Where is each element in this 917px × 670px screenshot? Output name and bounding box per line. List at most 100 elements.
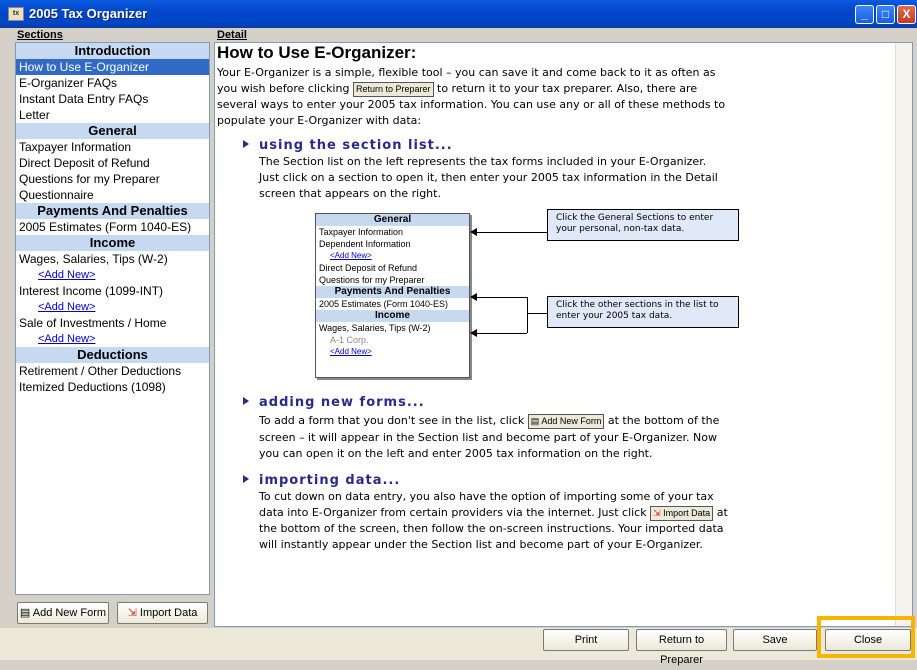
diagram-arrow-line (527, 313, 547, 314)
save-label: Save (762, 634, 788, 646)
adding-forms-heading-text: adding new forms... (259, 395, 425, 410)
sidebar-item[interactable]: Instant Data Entry FAQs (16, 91, 209, 107)
diagram-arrow-line (475, 232, 547, 233)
sidebar-item[interactable]: Direct Deposit of Refund (16, 155, 209, 171)
add-new-form-button[interactable]: ▤ Add New Form (17, 602, 109, 624)
import-data-button[interactable]: ⇲ Import Data (117, 602, 208, 624)
sidebar-item[interactable]: E-Organizer FAQs (16, 75, 209, 91)
sidebar-item[interactable]: Letter (16, 107, 209, 123)
sidebar-add-new-link[interactable]: <Add New> (16, 299, 209, 315)
importing-data-heading-text: importing data... (259, 473, 401, 488)
import-icon: ⇲ (127, 607, 140, 619)
bullet-arrow-icon (243, 397, 249, 405)
importing-data-heading: importing data... (243, 473, 400, 488)
footer-bar: Print Return to Preparer Save Close (0, 628, 917, 666)
sidebar-item[interactable]: Taxpayer Information (16, 139, 209, 155)
callout-text: Click the other sections in the list to (556, 300, 719, 310)
diagram-sub-item: A-1 Corp. (330, 335, 369, 345)
callout-text: your personal, non-tax data. (556, 224, 685, 234)
section3-line-1: To cut down on data entry, you also have… (259, 490, 714, 503)
intro-text-b: to return it to your tax preparer. Also,… (437, 82, 698, 95)
section-list: Introduction How to Use E-Organizer E-Orga… (15, 42, 210, 595)
inline-btn-label: Import Data (663, 507, 711, 518)
section-group-heading: Payments And Penalties (16, 203, 209, 219)
title-bar: tx 2005 Tax Organizer _ □ X (0, 0, 917, 28)
detail-label: Detail (217, 29, 247, 41)
maximize-button[interactable]: □ (876, 5, 895, 24)
sidebar-item[interactable]: 2005 Estimates (Form 1040-ES) (16, 219, 209, 235)
sidebar-item[interactable]: Sale of Investments / Home (16, 315, 209, 331)
section2-text-b: at the bottom of the (607, 414, 720, 427)
sidebar-item[interactable]: Questionnaire (16, 187, 209, 203)
sidebar-item[interactable]: How to Use E-Organizer (16, 59, 209, 75)
other-sections-callout: Click the other sections in the list to … (547, 296, 739, 328)
sidebar-add-new-link[interactable]: <Add New> (16, 267, 209, 283)
return-to-preparer-button[interactable]: Return to Preparer (636, 629, 727, 666)
sidebar-item[interactable]: Questions for my Preparer (16, 171, 209, 187)
intro-line-3: several ways to enter your 2005 tax info… (217, 98, 726, 111)
diagram-item: Questions for my Preparer (319, 275, 425, 285)
section2-line-3: you can open it on the left and enter 20… (259, 447, 653, 460)
section-list-diagram: General Taxpayer Information Dependent I… (315, 213, 470, 378)
detail-panel: How to Use E-Organizer: Your E-Organizer… (214, 42, 913, 627)
callout-text: Click the General Sections to enter (556, 213, 714, 223)
diagram-arrow-line (475, 333, 527, 334)
sidebar-item[interactable]: Interest Income (1099-INT) (16, 283, 209, 299)
intro-line-2: you wish before clicking Return to Prepa… (217, 81, 697, 97)
import-data-inline-button: ⇲ Import Data (650, 505, 714, 521)
diagram-add-new: <Add New> (330, 251, 372, 260)
minimize-button[interactable]: _ (855, 5, 874, 24)
detail-content: How to Use E-Organizer: Your E-Organizer… (215, 43, 775, 555)
section-group-heading: General (16, 123, 209, 139)
callout-text: enter your 2005 tax data. (556, 311, 673, 321)
window-title: 2005 Tax Organizer (29, 6, 148, 21)
section2-line-2: screen – it will appear in the Section l… (259, 431, 717, 444)
diagram-connector-line (527, 297, 528, 333)
diagram-item: Taxpayer Information (319, 227, 404, 237)
section3-line-4: will instantly appear under the Section … (259, 538, 703, 551)
import-icon: ⇲ (653, 507, 661, 518)
diagram-item: Dependent Information (319, 239, 411, 249)
section1-line-3: screen that appears on the right. (259, 187, 441, 200)
close-button-highlight (817, 616, 915, 658)
diagram-payments-heading: Payments And Penalties (316, 286, 469, 298)
sections-label: Sections (17, 29, 63, 41)
section3-text-a: data into E-Organizer from certain provi… (259, 506, 647, 519)
bullet-arrow-icon (243, 140, 249, 148)
section-list-heading: using the section list... (243, 138, 453, 153)
section3-text-b: at (716, 506, 728, 519)
add-new-form-inline-button: ▤ Add New Form (527, 413, 605, 429)
sidebar-add-new-link[interactable]: <Add New> (16, 331, 209, 347)
save-button[interactable]: Save (733, 629, 817, 651)
section-list-heading-text: using the section list... (259, 138, 453, 153)
print-label: Print (574, 634, 598, 646)
form-icon: ▤ (19, 607, 33, 619)
section-group-heading: Income (16, 235, 209, 251)
add-new-form-label: Add New Form (32, 607, 107, 619)
return-to-preparer-label: Return to Preparer (658, 634, 705, 666)
section-actions: ▤ Add New Form ⇲ Import Data (15, 601, 210, 626)
return-to-preparer-inline-button: Return to Preparer (352, 81, 434, 97)
diagram-item: 2005 Estimates (Form 1040-ES) (319, 299, 449, 309)
app-icon: tx (8, 7, 24, 21)
print-button[interactable]: Print (543, 629, 629, 651)
inline-btn-label: Add New Form (541, 415, 602, 426)
bullet-arrow-icon (243, 475, 249, 483)
diagram-arrow-line (475, 297, 527, 298)
sidebar-item[interactable]: Wages, Salaries, Tips (W-2) (16, 251, 209, 267)
section1-line-2: Just click on a section to open it, then… (259, 171, 718, 184)
intro-line-4: populate your E-Organizer with data: (217, 114, 422, 127)
section-group-heading: Deductions (16, 347, 209, 363)
sidebar-item[interactable]: Retirement / Other Deductions (16, 363, 209, 379)
import-data-label: Import Data (139, 607, 198, 619)
section3-line-3: the bottom of the screen, then follow th… (259, 522, 724, 535)
diagram-income-heading: Income (316, 310, 469, 322)
detail-scrollbar[interactable] (895, 43, 912, 626)
section1-line-1: The Section list on the left represents … (259, 155, 707, 168)
close-window-button[interactable]: X (897, 5, 916, 24)
sidebar-item[interactable]: Itemized Deductions (1098) (16, 379, 209, 395)
section-group-heading: Introduction (16, 43, 209, 59)
page-title: How to Use E-Organizer: (217, 43, 417, 62)
section2-line-1: To add a form that you don't see in the … (259, 413, 719, 429)
adding-forms-heading: adding new forms... (243, 395, 425, 410)
